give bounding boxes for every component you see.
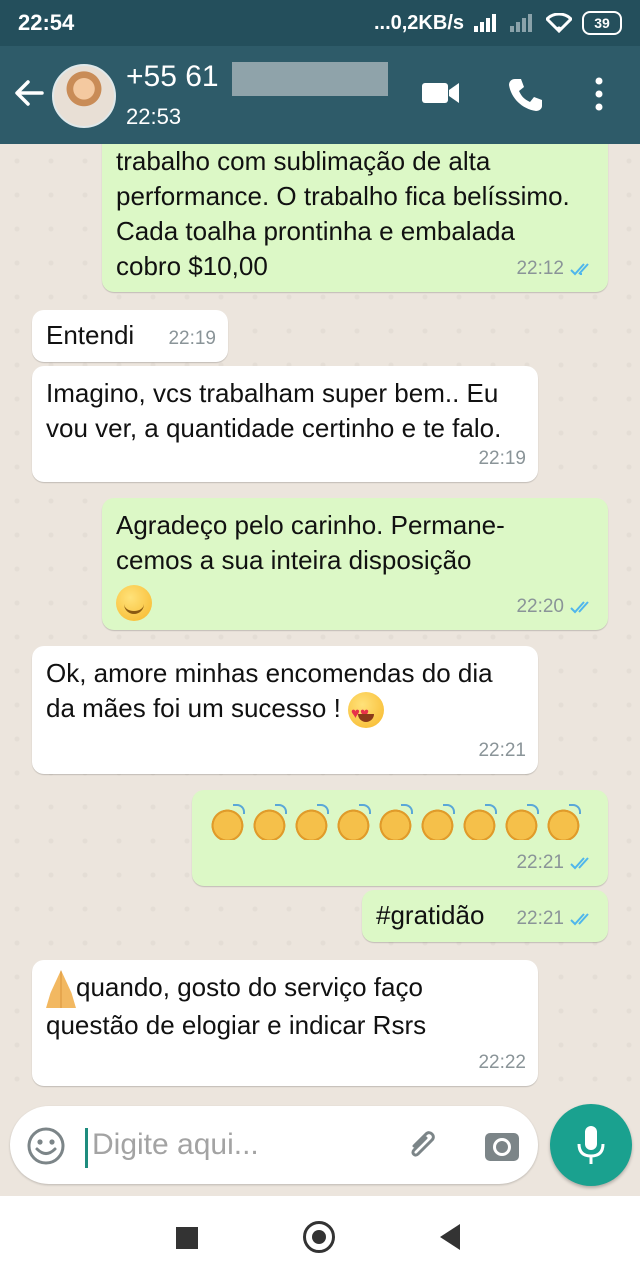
message-text-with-emoji: quando, gosto do serviço faço questão de…: [46, 970, 516, 1043]
camera-icon[interactable]: [482, 1126, 522, 1166]
voice-message-button[interactable]: [550, 1104, 632, 1186]
message-text-with-emoji: Ok, amore minhas encomendas do dia da mã…: [46, 656, 516, 731]
composer-bar: Digite aqui...: [0, 1096, 640, 1194]
double-check-icon: [570, 856, 589, 869]
emoji-picker-icon[interactable]: [26, 1126, 66, 1166]
microphone-icon: [577, 1126, 605, 1164]
double-check-icon: [570, 600, 589, 613]
clapping-hands-emoji: [374, 804, 413, 840]
message-bubble-outgoing[interactable]: 22:21: [192, 790, 608, 886]
message-meta: 22:20: [516, 589, 596, 624]
message-time: 22:20: [516, 596, 564, 617]
back-arrow-icon[interactable]: [12, 76, 46, 110]
signal-icon-secondary: [510, 14, 532, 32]
message-text: Imagino, vcs trabalham super bem.. Eu vo…: [46, 378, 502, 443]
message-bubble-incoming[interactable]: Entendi 22:19: [32, 310, 228, 362]
message-text: #gratidão: [376, 900, 485, 930]
message-meta: 22:19: [478, 441, 526, 476]
recent-apps-button[interactable]: [176, 1227, 198, 1249]
message-meta: 22:21: [478, 733, 526, 768]
message-bubble-incoming[interactable]: Ok, amore minhas encomendas do dia da mã…: [32, 646, 538, 774]
network-speed: ...0,2KB/s: [373, 11, 464, 34]
system-back-button[interactable]: [440, 1224, 460, 1250]
message-bubble-incoming[interactable]: quando, gosto do serviço faço questão de…: [32, 960, 538, 1086]
message-bubble-incoming[interactable]: Imagino, vcs trabalham super bem.. Eu vo…: [32, 366, 538, 482]
text-cursor: [85, 1128, 88, 1168]
message-bubble-outgoing[interactable]: Agradeço pelo carinho. Permane-cemos a s…: [102, 498, 608, 630]
message-text: Entendi: [46, 320, 135, 350]
contact-avatar[interactable]: [52, 64, 116, 128]
clapping-hands-row: [206, 804, 594, 849]
chat-header: +55 61 22:53: [0, 46, 640, 144]
chat-area[interactable]: trabalho com sublimação de alta performa…: [0, 144, 640, 1110]
more-options-icon[interactable]: [592, 76, 606, 112]
message-input-placeholder[interactable]: Digite aqui...: [92, 1128, 259, 1162]
contact-name[interactable]: +55 61: [126, 60, 219, 94]
message-text: quando, gosto do serviço faço questão de…: [46, 972, 427, 1041]
home-button[interactable]: [303, 1221, 335, 1253]
message-meta: 22:21: [516, 901, 596, 936]
message-meta: 22:21: [516, 845, 596, 880]
message-input[interactable]: Digite aqui...: [10, 1106, 538, 1184]
heart-eyes-emoji: [348, 692, 385, 731]
video-call-icon[interactable]: [420, 76, 462, 110]
clapping-hands-emoji: [500, 804, 539, 840]
message-bubble-outgoing[interactable]: trabalho com sublimação de alta performa…: [102, 144, 608, 292]
phone-call-icon[interactable]: [506, 76, 544, 114]
battery-icon: 39: [582, 11, 622, 35]
message-time: 22:21: [478, 740, 526, 761]
message-time: 22:12: [516, 258, 564, 279]
message-meta: 22:22: [478, 1045, 526, 1080]
message-time: 22:19: [478, 448, 526, 469]
clapping-hands-emoji: [206, 804, 245, 840]
message-text: Ok, amore minhas encomendas do dia da mã…: [46, 658, 493, 723]
message-text: Agradeço pelo carinho. Permane-cemos a s…: [116, 510, 505, 575]
message-time: 22:19: [168, 328, 216, 349]
clapping-hands-emoji: [290, 804, 329, 840]
clapping-hands-emoji: [248, 804, 287, 840]
message-bubble-outgoing[interactable]: #gratidão 22:21: [362, 890, 608, 942]
folded-hands-emoji: [46, 970, 76, 1009]
clapping-hands-emoji: [416, 804, 455, 840]
message-time: 22:21: [516, 908, 564, 929]
message-meta: 22:12: [516, 251, 596, 286]
smiling-face-emoji: [116, 585, 152, 622]
contact-last-seen: 22:53: [126, 104, 182, 129]
double-check-icon: [570, 912, 589, 925]
clapping-hands-emoji: [332, 804, 371, 840]
status-indicators: ...0,2KB/s 39: [374, 11, 622, 35]
message-time: 22:21: [516, 852, 564, 873]
clapping-hands-emoji: [542, 804, 581, 840]
status-bar: 22:54 ...0,2KB/s 39: [0, 0, 640, 46]
message-time: 22:22: [478, 1052, 526, 1073]
system-navigation-bar: [0, 1196, 640, 1280]
wifi-icon: [546, 13, 572, 33]
signal-icon: [474, 14, 496, 32]
status-time: 22:54: [18, 10, 75, 35]
clapping-hands-emoji: [458, 804, 497, 840]
attach-paperclip-icon[interactable]: [402, 1126, 442, 1166]
redacted-number-mask: [232, 62, 388, 96]
message-meta: 22:19: [168, 321, 216, 356]
double-check-icon: [570, 262, 589, 275]
